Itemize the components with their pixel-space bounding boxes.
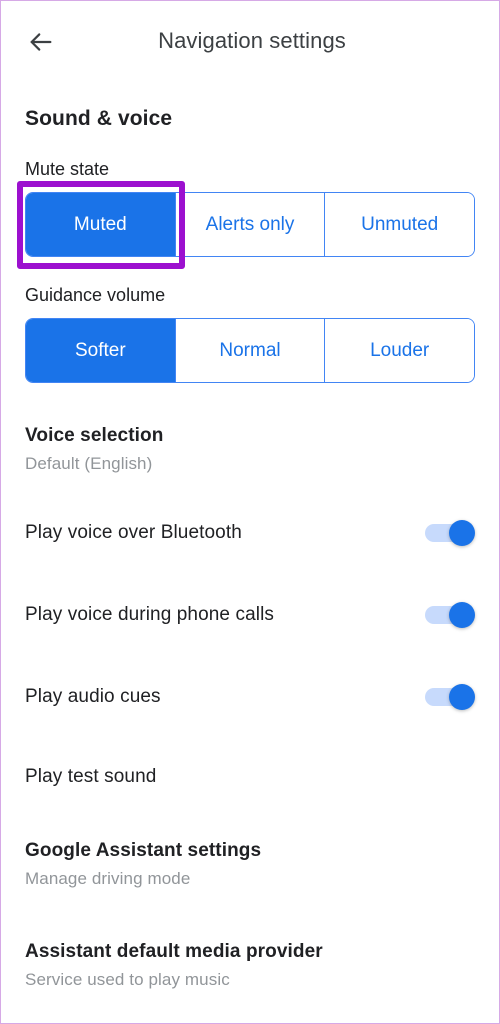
row-play-voice-during-phone-calls-texts: Play voice during phone calls: [25, 604, 409, 626]
row-play-audio-cues-title: Play audio cues: [25, 686, 161, 707]
row-assistant-default-media-provider-texts: Assistant default media provider Service…: [25, 941, 475, 990]
toggle-thumb: [449, 520, 475, 546]
row-assistant-default-media-provider[interactable]: Assistant default media provider Service…: [1, 941, 499, 990]
navigation-settings-screen: Navigation settings Sound & voice Mute s…: [0, 0, 500, 1024]
row-google-assistant-settings-texts: Google Assistant settings Manage driving…: [25, 840, 475, 889]
page-title: Navigation settings: [158, 28, 346, 53]
guidance-volume-label: Guidance volume: [25, 285, 166, 305]
arrow-back-icon: [27, 28, 55, 56]
toggle-play-voice-during-phone-calls[interactable]: [425, 602, 475, 628]
segment-softer[interactable]: Softer: [26, 319, 175, 382]
segment-muted[interactable]: Muted: [26, 193, 175, 256]
app-bar: Navigation settings: [1, 1, 499, 81]
row-play-test-sound[interactable]: Play test sound: [1, 764, 499, 790]
row-google-assistant-settings[interactable]: Google Assistant settings Manage driving…: [1, 840, 499, 889]
mute-state-control-wrap: Muted Alerts only Unmuted: [17, 181, 475, 269]
row-play-audio-cues-texts: Play audio cues: [25, 686, 409, 708]
back-button[interactable]: [27, 25, 69, 59]
row-assistant-default-media-provider-subtitle: Service used to play music: [25, 970, 230, 989]
segment-alerts-only[interactable]: Alerts only: [174, 193, 325, 256]
row-voice-selection[interactable]: Voice selection Default (English): [1, 425, 499, 474]
segment-louder[interactable]: Louder: [324, 319, 474, 382]
row-play-test-sound-texts: Play test sound: [25, 766, 475, 788]
row-voice-selection-title: Voice selection: [25, 425, 164, 446]
row-play-audio-cues[interactable]: Play audio cues: [1, 682, 499, 712]
section-heading-sound-voice: Sound & voice: [25, 107, 173, 130]
row-play-voice-over-bluetooth-title: Play voice over Bluetooth: [25, 522, 242, 543]
row-play-voice-during-phone-calls[interactable]: Play voice during phone calls: [1, 600, 499, 630]
toggle-play-audio-cues[interactable]: [425, 684, 475, 710]
row-play-test-sound-title: Play test sound: [25, 766, 157, 787]
guidance-volume-control-wrap: Softer Normal Louder: [25, 318, 475, 383]
toggle-thumb: [449, 684, 475, 710]
segment-normal[interactable]: Normal: [174, 319, 325, 382]
row-voice-selection-subtitle: Default (English): [25, 454, 153, 473]
row-voice-selection-texts: Voice selection Default (English): [25, 425, 475, 474]
row-play-voice-over-bluetooth-texts: Play voice over Bluetooth: [25, 522, 409, 544]
toggle-thumb: [449, 602, 475, 628]
row-google-assistant-settings-subtitle: Manage driving mode: [25, 869, 191, 888]
mute-state-segmented-control: Muted Alerts only Unmuted: [25, 192, 475, 257]
row-play-voice-during-phone-calls-title: Play voice during phone calls: [25, 604, 274, 625]
guidance-volume-segmented-control: Softer Normal Louder: [25, 318, 475, 383]
row-assistant-default-media-provider-title: Assistant default media provider: [25, 941, 323, 962]
row-google-assistant-settings-title: Google Assistant settings: [25, 840, 262, 861]
mute-state-label: Mute state: [25, 159, 110, 179]
segment-unmuted[interactable]: Unmuted: [324, 193, 474, 256]
toggle-play-voice-over-bluetooth[interactable]: [425, 520, 475, 546]
row-play-voice-over-bluetooth[interactable]: Play voice over Bluetooth: [1, 518, 499, 548]
